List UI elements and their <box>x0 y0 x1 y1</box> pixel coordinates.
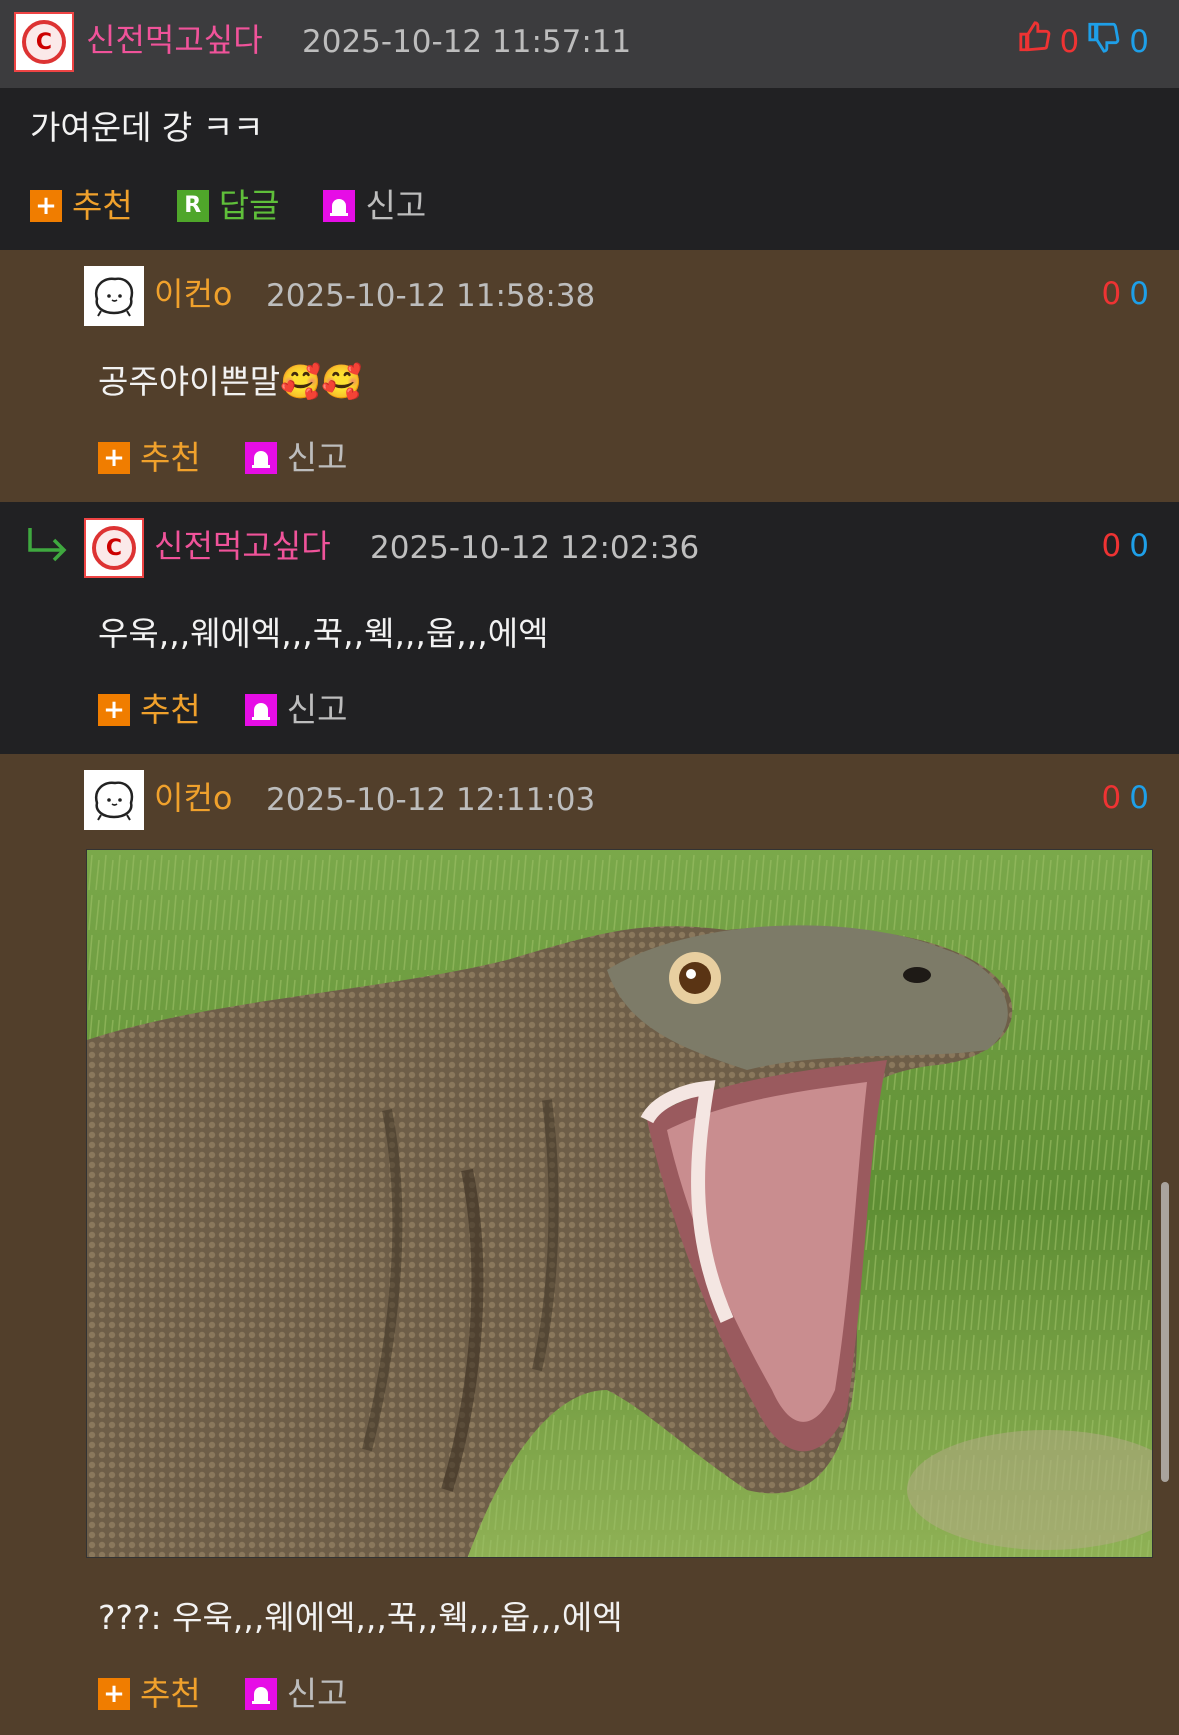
recommend-label: 추천 <box>72 186 133 225</box>
scrollbar[interactable] <box>1161 1182 1169 1482</box>
comment-actions: + 추천 신고 <box>98 438 347 478</box>
report-button[interactable]: 신고 <box>244 690 348 730</box>
user-avatar[interactable] <box>84 770 144 830</box>
report-label: 신고 <box>286 1674 348 1713</box>
downvote-count[interactable]: 0 <box>1129 274 1149 314</box>
cartoon-face-icon <box>94 781 134 821</box>
downvote-count[interactable]: 0 <box>1129 526 1149 566</box>
timestamp: 2025-10-12 11:58:38 <box>266 278 596 314</box>
comment-text: 가여운데 걍 ㅋㅋ <box>30 108 264 147</box>
report-label: 신고 <box>286 690 348 729</box>
downvote-count[interactable]: 0 <box>1129 778 1149 818</box>
siren-icon <box>244 1678 277 1710</box>
siren-icon <box>244 442 277 474</box>
comment-text: 우욱,,,웨에엑,,,꾹,,웩,,,웁,,,에엑 <box>98 614 549 653</box>
reply-label: 답글 <box>218 186 280 225</box>
report-button[interactable]: 신고 <box>323 186 426 226</box>
report-label: 신고 <box>286 438 348 477</box>
plus-icon: + <box>98 442 130 474</box>
thumbs-up-icon[interactable] <box>1018 20 1052 64</box>
recommend-label: 추천 <box>140 690 201 729</box>
downvote-count: 0 <box>1129 24 1149 60</box>
reply-arrow-icon <box>26 524 70 568</box>
recommend-button[interactable]: + 추천 <box>98 1674 201 1714</box>
comment-text: 공주야이쁜말🥰🥰 <box>98 362 363 401</box>
user-avatar[interactable] <box>84 266 144 326</box>
nickname[interactable]: 이컨o <box>154 778 232 818</box>
plus-icon: + <box>98 694 130 726</box>
vote-counts: 0 0 <box>1018 20 1149 64</box>
timestamp: 2025-10-12 12:11:03 <box>266 782 596 818</box>
thumbs-down-icon[interactable] <box>1087 20 1121 64</box>
upvote-count[interactable]: 0 <box>1102 526 1122 566</box>
recommend-button[interactable]: + 추천 <box>30 186 133 226</box>
avatar-logo-icon: C <box>22 20 66 64</box>
reply-button[interactable]: R 답글 <box>176 186 280 226</box>
attached-image[interactable] <box>86 849 1153 1558</box>
comment-3: C 신전먹고싶다 2025-10-12 12:02:36 0 0 우욱,,,웨에… <box>0 502 1179 754</box>
plus-icon: + <box>30 190 62 222</box>
siren-icon <box>244 694 277 726</box>
cartoon-face-icon <box>94 277 134 317</box>
comment-actions: + 추천 신고 <box>98 1674 347 1714</box>
user-avatar[interactable]: C <box>84 518 144 578</box>
vote-counts: 0 0 <box>1102 274 1149 314</box>
vote-counts: 0 0 <box>1102 526 1149 566</box>
recommend-label: 추천 <box>140 438 201 477</box>
recommend-label: 추천 <box>140 1674 201 1713</box>
nickname[interactable]: 신전먹고싶다 <box>86 20 263 60</box>
upvote-count: 0 <box>1059 24 1080 60</box>
siren-icon <box>323 190 356 222</box>
comment-1-header: C 신전먹고싶다 2025-10-12 11:57:11 0 0 <box>0 0 1179 88</box>
comment-actions: + 추천 신고 <box>98 690 347 730</box>
report-button[interactable]: 신고 <box>244 1674 348 1714</box>
plus-icon: + <box>98 1678 130 1710</box>
user-avatar[interactable]: C <box>14 12 74 72</box>
timestamp: 2025-10-12 12:02:36 <box>370 530 700 566</box>
recommend-button[interactable]: + 추천 <box>98 690 201 730</box>
report-button[interactable]: 신고 <box>244 438 348 478</box>
avatar-logo-icon: C <box>92 526 136 570</box>
timestamp: 2025-10-12 11:57:11 <box>302 24 632 60</box>
comment-text: ???: 우욱,,,웨에엑,,,꾹,,웩,,,웁,,,에엑 <box>98 1598 623 1637</box>
comment-actions: + 추천 R 답글 신고 <box>30 186 426 226</box>
reply-r-icon: R <box>176 190 209 222</box>
comment-1-body: 가여운데 걍 ㅋㅋ + 추천 R 답글 신고 <box>0 88 1179 250</box>
nickname[interactable]: 신전먹고싶다 <box>154 526 331 566</box>
recommend-button[interactable]: + 추천 <box>98 438 201 478</box>
report-label: 신고 <box>365 186 427 225</box>
vote-counts: 0 0 <box>1102 778 1149 818</box>
comment-2: 이컨o 2025-10-12 11:58:38 0 0 공주야이쁜말🥰🥰 + 추… <box>0 250 1179 502</box>
upvote-count[interactable]: 0 <box>1102 274 1122 314</box>
upvote-count[interactable]: 0 <box>1102 778 1122 818</box>
nickname[interactable]: 이컨o <box>154 274 232 314</box>
